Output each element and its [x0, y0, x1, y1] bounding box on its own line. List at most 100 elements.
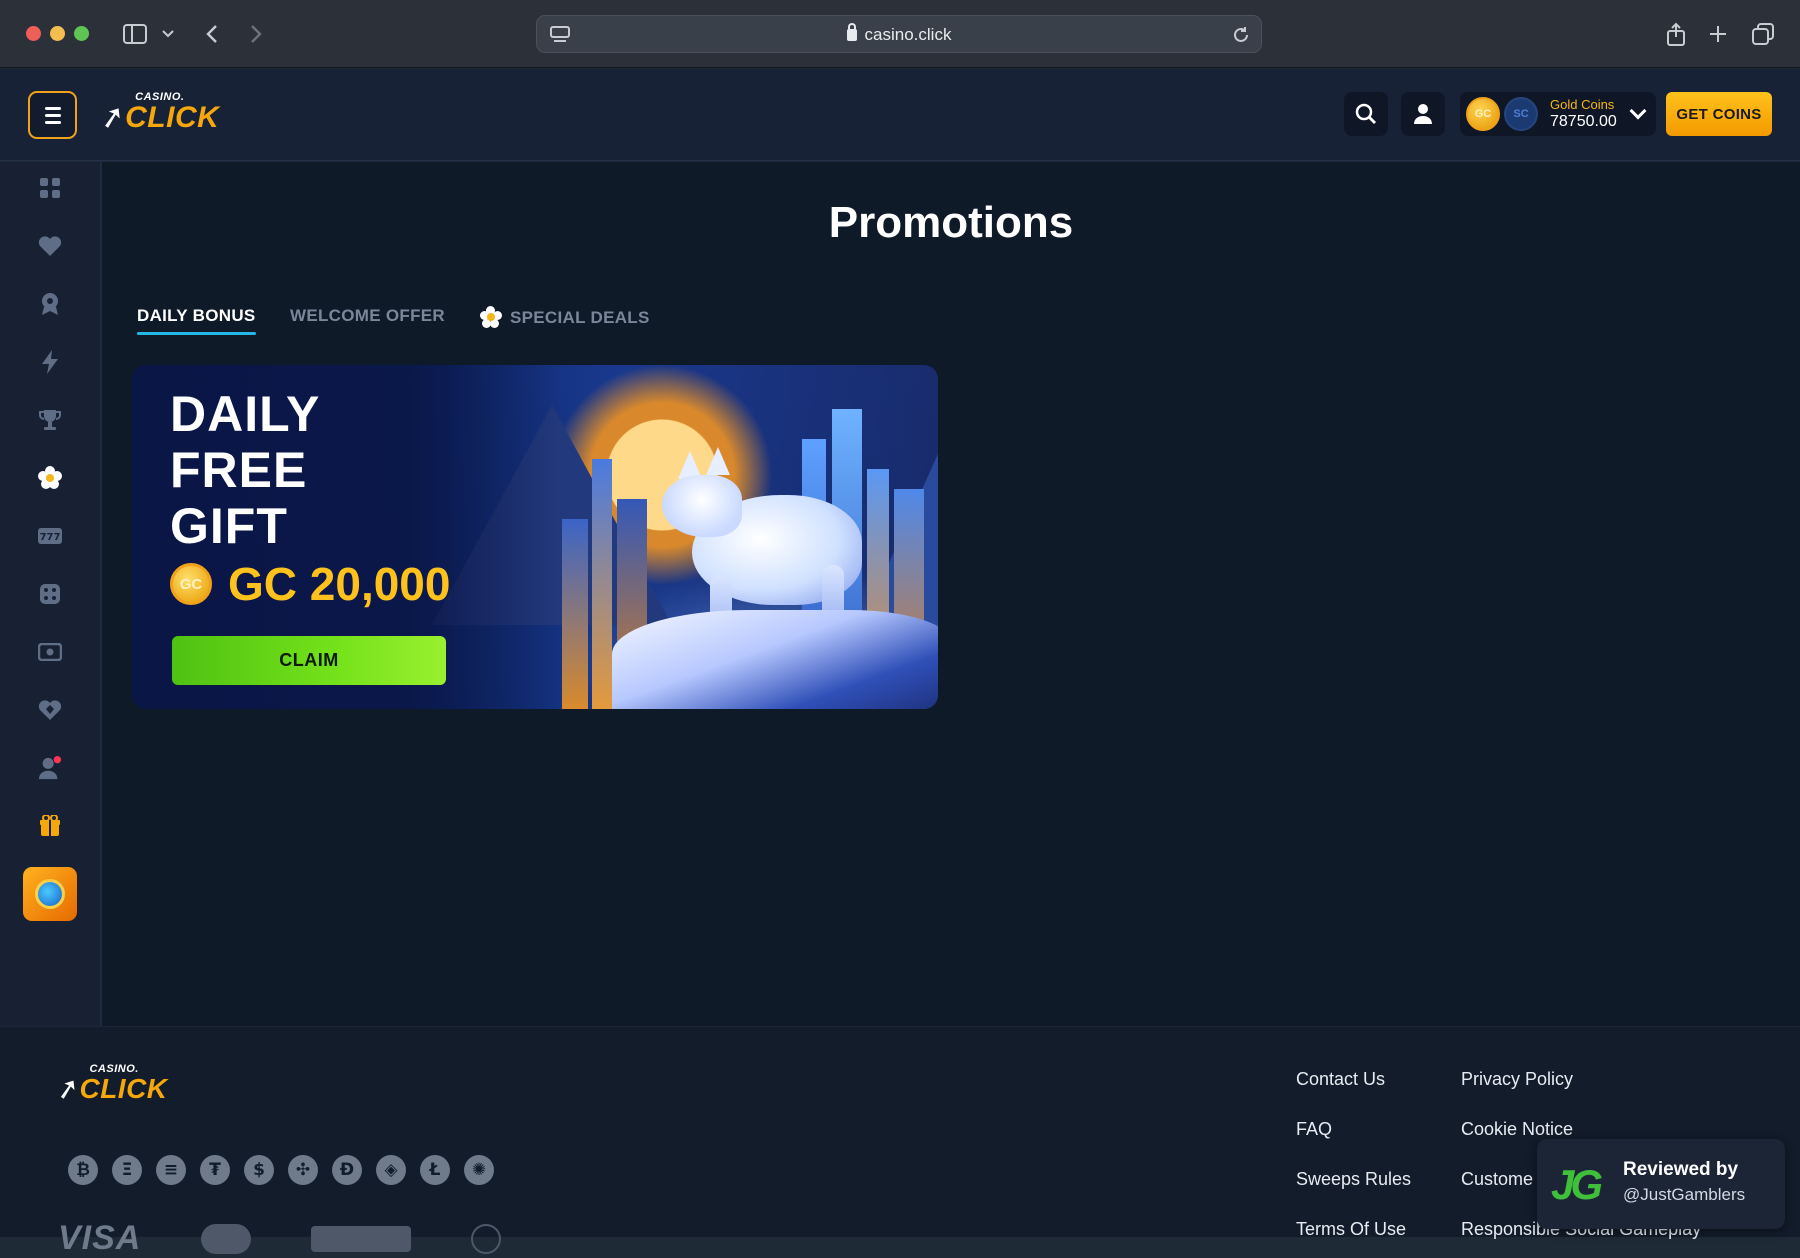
gold-coin-icon: GC [170, 563, 212, 605]
site-header: ➚ CASINO. CLICK GC SC Gold Coins 78750.0… [0, 69, 1800, 161]
maximize-window-button[interactable] [74, 26, 89, 41]
footer-logo[interactable]: ➚ CASINO. CLICK [52, 1063, 168, 1108]
flower-icon [480, 306, 502, 328]
crypto-payment-icons: ₿ Ξ ≡ ₮ $ ✣ Ð ◈ Ł ✺ [68, 1155, 494, 1185]
sidebar-item-live-dealer[interactable] [38, 756, 62, 780]
bitcoin-icon: ₿ [68, 1155, 98, 1185]
slots-icon: 777 [38, 528, 62, 544]
review-title: Reviewed by [1623, 1159, 1739, 1180]
tab-daily-bonus[interactable]: DAILY BONUS [137, 302, 256, 348]
tab-special-deals[interactable]: SPECIAL DEALS [480, 302, 650, 348]
grid-icon [40, 178, 60, 198]
gold-coin-icon[interactable]: GC [1466, 97, 1500, 131]
stack-coin-icon: ≡ [156, 1155, 186, 1185]
ssl-secure-icon [311, 1225, 412, 1252]
browser-toolbar: casino.click [0, 0, 1800, 68]
address-bar[interactable]: casino.click [536, 15, 1262, 53]
user-icon [1414, 104, 1432, 124]
tab-label: WELCOME OFFER [290, 306, 445, 325]
age-restriction-icon [471, 1223, 502, 1254]
lock-icon [846, 23, 857, 41]
main-content: Promotions DAILY BONUS WELCOME OFFER SPE… [102, 162, 1800, 1026]
sidebar-toggle-icon[interactable] [122, 18, 148, 50]
currency-balance: 78750.00 [1550, 113, 1617, 130]
sidebar-item-slots[interactable]: 777 [38, 524, 62, 548]
sidebar-item-live[interactable] [38, 698, 62, 722]
sidebar-item-tournaments[interactable] [38, 408, 62, 432]
ripple-icon: ✣ [288, 1155, 318, 1185]
tab-label: DAILY BONUS [137, 306, 256, 325]
sidebar-item-cards[interactable] [38, 640, 62, 664]
sidebar-item-vip[interactable] [38, 292, 62, 316]
ethereum-icon: Ξ [112, 1155, 142, 1185]
chevron-down-icon[interactable] [160, 18, 176, 50]
active-tab-indicator [137, 332, 256, 335]
close-window-button[interactable] [26, 26, 41, 41]
footer: ➚ CASINO. CLICK ₿ Ξ ≡ ₮ $ ✣ Ð ◈ Ł ✺ VISA… [0, 1026, 1800, 1257]
logo-small-text: CASINO. [135, 91, 185, 103]
dice-icon [40, 584, 60, 604]
footer-link-contact[interactable]: Contact Us [1296, 1069, 1385, 1090]
logo-small-text: CASINO. [89, 1063, 139, 1075]
new-tab-icon[interactable] [1706, 18, 1730, 50]
sidebar-item-favorites[interactable] [38, 234, 62, 258]
cursor-icon: ➚ [96, 97, 129, 138]
snow-rock [612, 610, 938, 709]
lightning-icon [42, 350, 58, 374]
building-shape [592, 459, 612, 709]
sidebar-item-lobby[interactable] [38, 176, 62, 200]
search-icon [1355, 103, 1376, 124]
forward-icon[interactable] [246, 18, 266, 50]
diamond-heart-icon [38, 700, 62, 720]
bnb-icon: ◈ [376, 1155, 406, 1185]
cursor-icon: ➚ [52, 1069, 83, 1108]
footer-link-sweeps-rules[interactable]: Sweeps Rules [1296, 1169, 1411, 1190]
back-icon[interactable] [202, 18, 222, 50]
reload-icon[interactable] [1230, 19, 1252, 51]
gift-icon [40, 815, 60, 836]
sidebar-item-promotions[interactable] [38, 466, 62, 490]
usd-coin-icon: $ [244, 1155, 274, 1185]
live-dealer-icon [38, 756, 62, 780]
chevron-down-icon[interactable] [1629, 102, 1647, 120]
currency-selector[interactable]: GC SC Gold Coins 78750.00 [1460, 92, 1656, 136]
tether-icon: ₮ [200, 1155, 230, 1185]
promo-amount: GC GC 20,000 [170, 557, 450, 611]
promo-headline-line3: GIFT [170, 498, 288, 554]
badge-icon [42, 293, 58, 315]
profile-button[interactable] [1401, 92, 1445, 136]
sidebar: 777 [0, 162, 101, 1026]
footer-link-customer[interactable]: Custome [1461, 1169, 1533, 1190]
review-badge[interactable]: JG Reviewed by @JustGamblers [1537, 1139, 1785, 1229]
justgamblers-logo: JG [1551, 1161, 1603, 1208]
sidebar-item-table-games[interactable] [38, 582, 62, 606]
get-coins-button[interactable]: GET COINS [1666, 92, 1772, 136]
sidebar-featured-game-button[interactable] [23, 867, 77, 921]
sidebar-item-hot[interactable] [38, 350, 62, 374]
hamburger-menu-button[interactable] [28, 91, 77, 139]
heart-icon [38, 236, 62, 256]
footer-link-cookie[interactable]: Cookie Notice [1461, 1119, 1573, 1140]
sidebar-item-rewards[interactable] [38, 814, 62, 838]
minimize-window-button[interactable] [50, 26, 65, 41]
search-button[interactable] [1344, 92, 1388, 136]
daily-free-gift-card: DAILY FREE GIFT GC GC 20,000 CLAIM [132, 365, 938, 709]
site-logo[interactable]: ➚ CASINO. CLICK [96, 91, 219, 138]
footer-link-privacy[interactable]: Privacy Policy [1461, 1069, 1573, 1090]
tab-overview-icon[interactable] [1750, 18, 1776, 50]
building-shape [562, 519, 588, 709]
dogecoin-icon: Ð [332, 1155, 362, 1185]
claim-button[interactable]: CLAIM [172, 636, 446, 685]
sweeps-coin-icon[interactable]: SC [1504, 97, 1538, 131]
svg-text:777: 777 [40, 532, 61, 543]
mastercard-icon [201, 1223, 252, 1254]
promo-amount-text: GC 20,000 [228, 558, 451, 610]
share-icon[interactable] [1664, 18, 1688, 50]
card-icon [38, 643, 62, 661]
flower-icon [38, 466, 62, 489]
tab-welcome-offer[interactable]: WELCOME OFFER [290, 302, 445, 348]
wolf-head [662, 475, 742, 537]
wolf-ear [706, 447, 730, 475]
footer-link-faq[interactable]: FAQ [1296, 1119, 1332, 1140]
featured-game-icon [35, 879, 65, 909]
